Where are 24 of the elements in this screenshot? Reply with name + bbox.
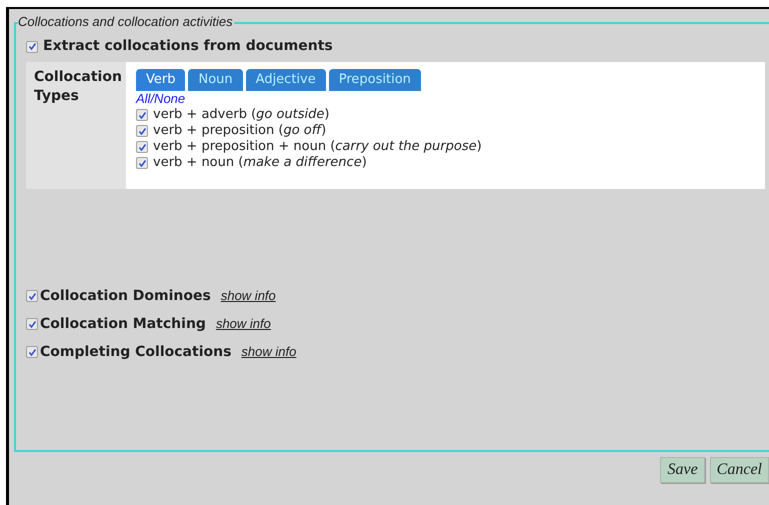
checkbox[interactable] — [136, 125, 148, 137]
collocation-type-label: verb + noun (make a difference) — [153, 155, 367, 171]
checkbox[interactable] — [26, 40, 38, 52]
activity-label: Completing Collocations — [40, 343, 232, 361]
checkbox[interactable] — [136, 141, 148, 153]
activity-label: Collocation Dominoes — [40, 287, 211, 305]
collocation-type-label: verb + preposition + noun (carry out the purpose) — [153, 139, 482, 155]
checkbox-label: Extract collocations from documents — [43, 37, 333, 56]
show-info-link[interactable]: show info — [220, 287, 276, 305]
dialog-button[interactable]: Save — [660, 457, 705, 483]
checkbox[interactable] — [26, 290, 38, 302]
checkbox[interactable] — [136, 109, 148, 121]
checkbox[interactable] — [136, 157, 148, 169]
tab[interactable]: Verb — [136, 69, 186, 91]
checkbox[interactable] — [26, 346, 38, 358]
show-info-link[interactable]: show info — [241, 343, 296, 361]
collocation-type-label: verb + adverb (go outside) — [153, 107, 330, 123]
dialog-button[interactable]: Cancel — [710, 457, 769, 483]
activity-label: Collocation Matching — [40, 315, 206, 333]
checkbox[interactable] — [26, 318, 38, 330]
collocation-type-label: verb + preposition (go off) — [153, 123, 326, 139]
types-label: Collocation Types — [34, 69, 122, 104]
show-info-link[interactable]: show info — [216, 315, 271, 333]
all-none-link[interactable]: All/None — [136, 91, 482, 107]
